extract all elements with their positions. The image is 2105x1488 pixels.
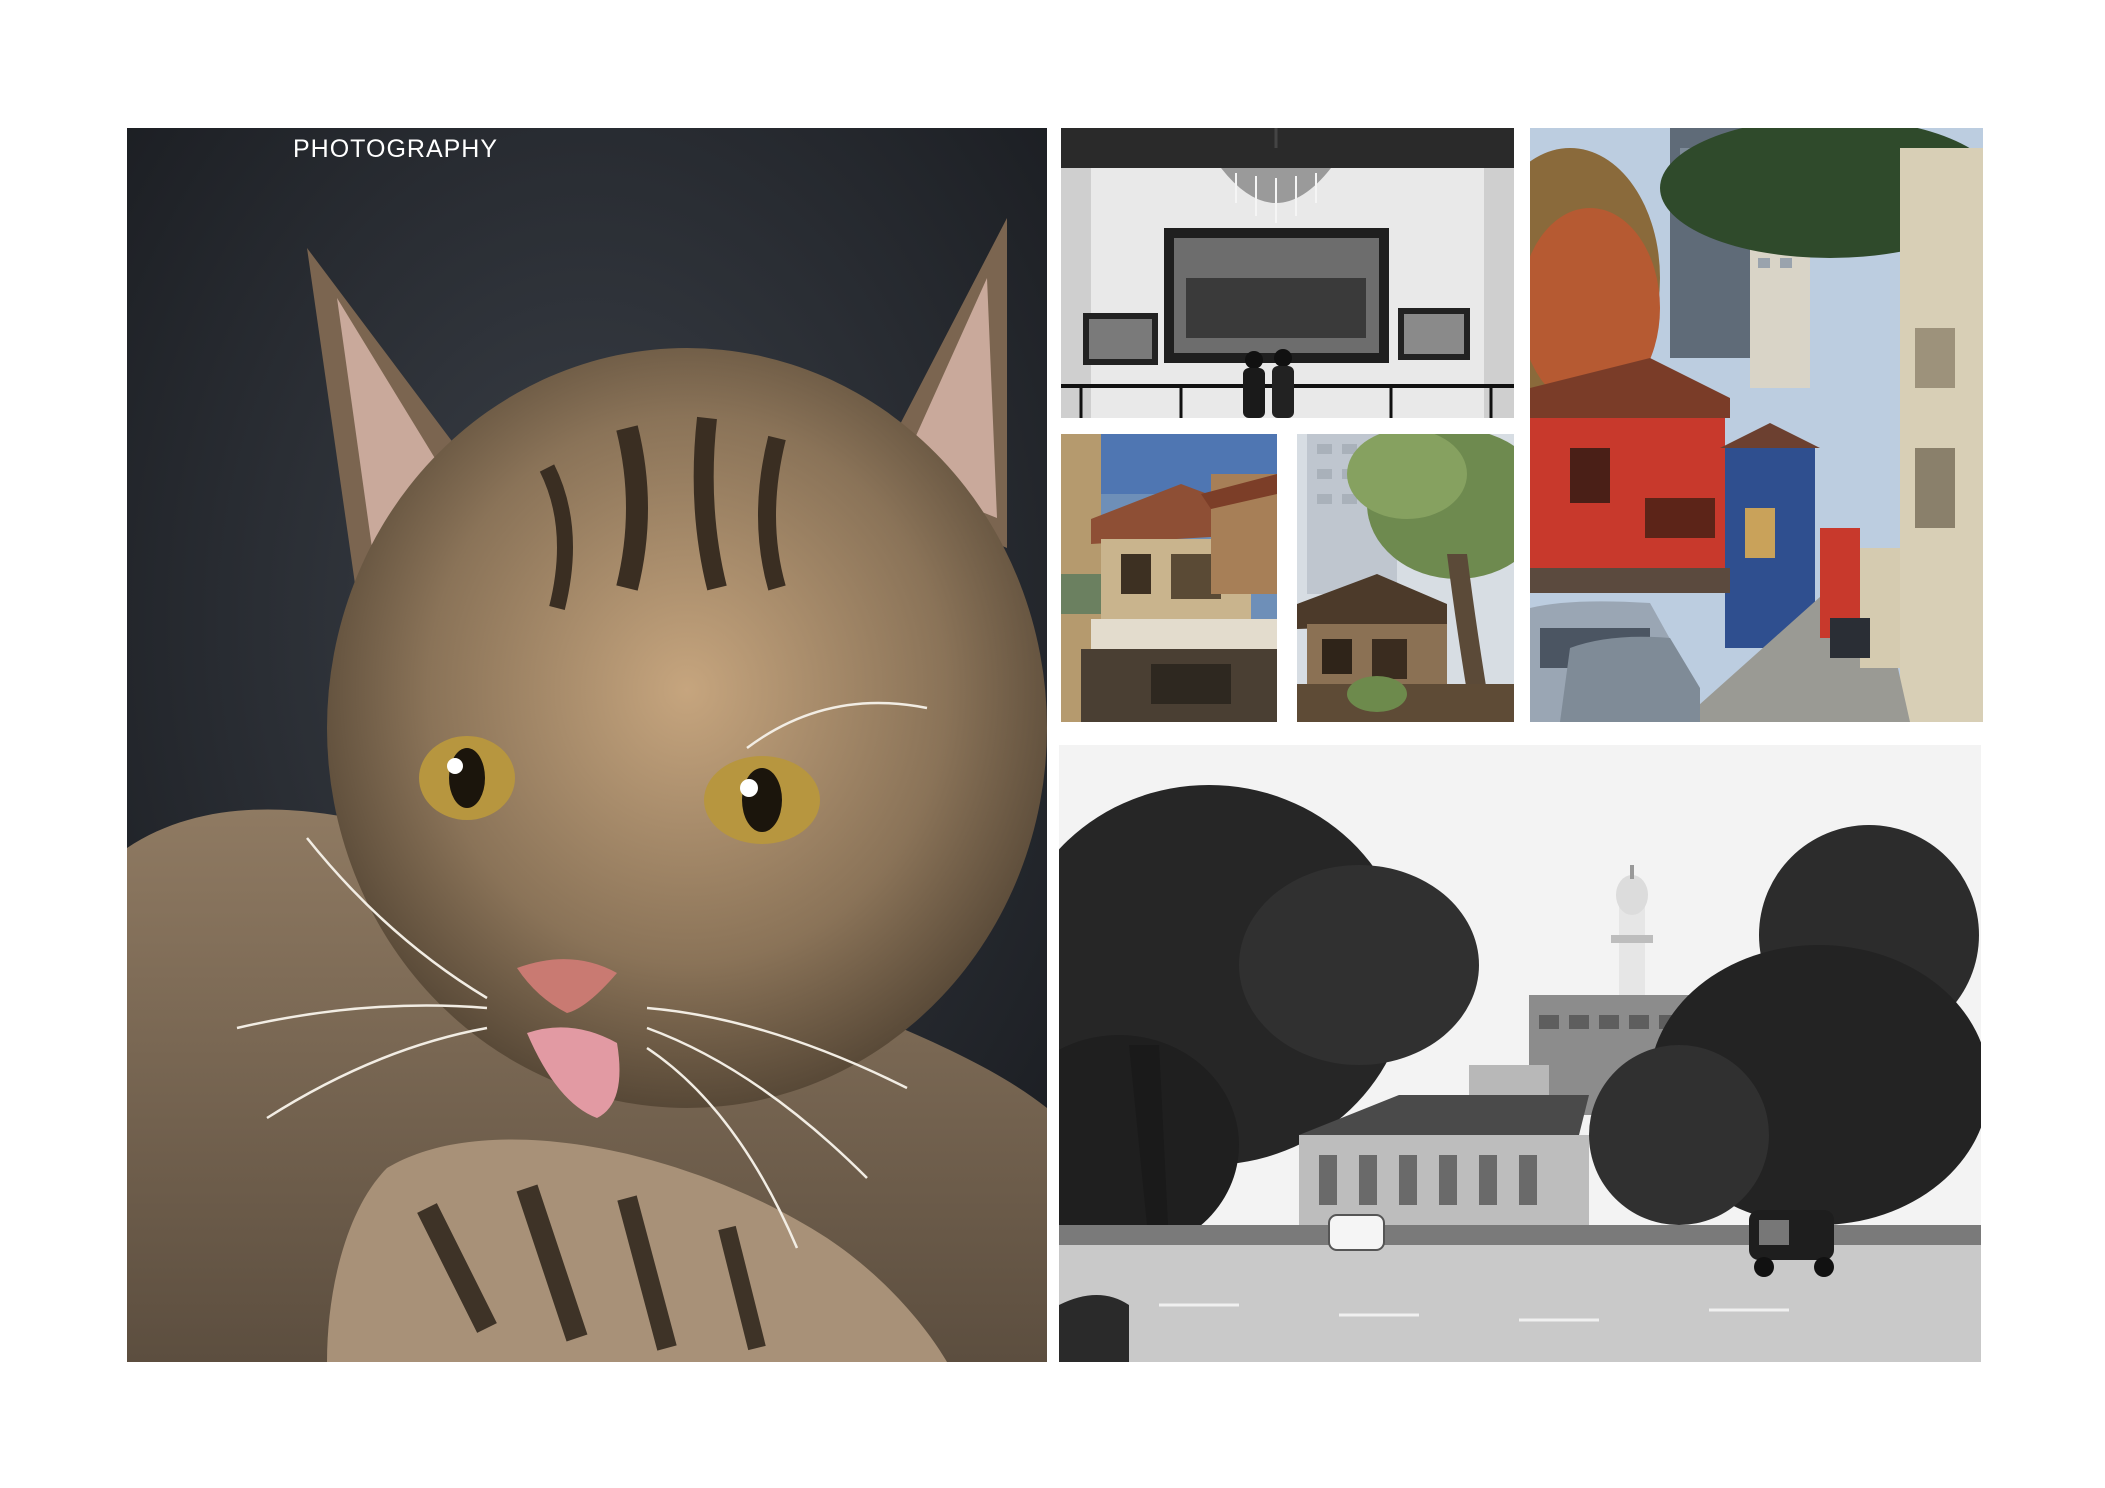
tree-houses-photo: [1297, 434, 1514, 722]
tree-houses-icon: [1297, 434, 1514, 722]
museum-hall-photo: [1061, 128, 1514, 418]
kitten-icon: [127, 128, 1047, 1362]
tiled-roof-houses-photo: [1061, 434, 1277, 722]
museum-hall-icon: [1061, 128, 1514, 418]
city-square-mosque-icon: [1059, 745, 1981, 1362]
colorful-street-icon: [1530, 128, 1983, 722]
colorful-street-photo: [1530, 128, 1983, 722]
kitten-photo: [127, 128, 1047, 1362]
city-square-photo: [1059, 745, 1981, 1362]
page-title: PHOTOGRAPHY: [293, 135, 499, 163]
tiled-roof-houses-icon: [1061, 434, 1277, 722]
